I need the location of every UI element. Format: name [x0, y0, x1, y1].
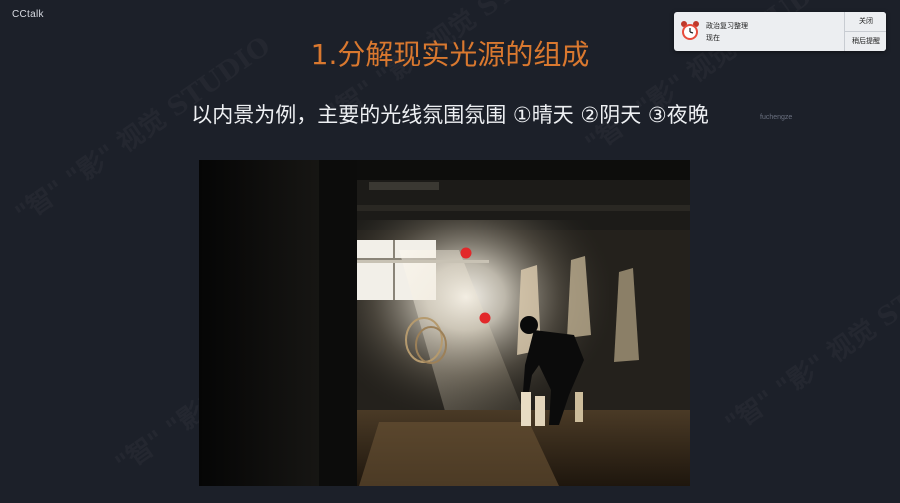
notification-title: 政治复习整理: [706, 22, 748, 30]
basement-light-illustration: [199, 160, 690, 486]
watermark: "智" "影" 视觉 STUDIO: [717, 236, 900, 440]
reminder-notification: 政治复习整理 现在 关闭 稍后提醒: [674, 12, 886, 51]
notification-time: 现在: [706, 34, 720, 42]
notification-actions: 关闭 稍后提醒: [844, 12, 886, 51]
app-title: CCtalk: [12, 9, 44, 20]
slide-photo: [199, 160, 690, 486]
alarm-clock-icon: [681, 21, 699, 40]
presenter-tag: fuchengze: [760, 114, 793, 121]
cctalk-window: CCtalk "智" "影" 视觉 STUDIO "智" "影" 视觉 STUD…: [0, 0, 900, 503]
close-button[interactable]: 关闭: [845, 12, 886, 32]
snooze-button[interactable]: 稍后提醒: [845, 32, 886, 51]
